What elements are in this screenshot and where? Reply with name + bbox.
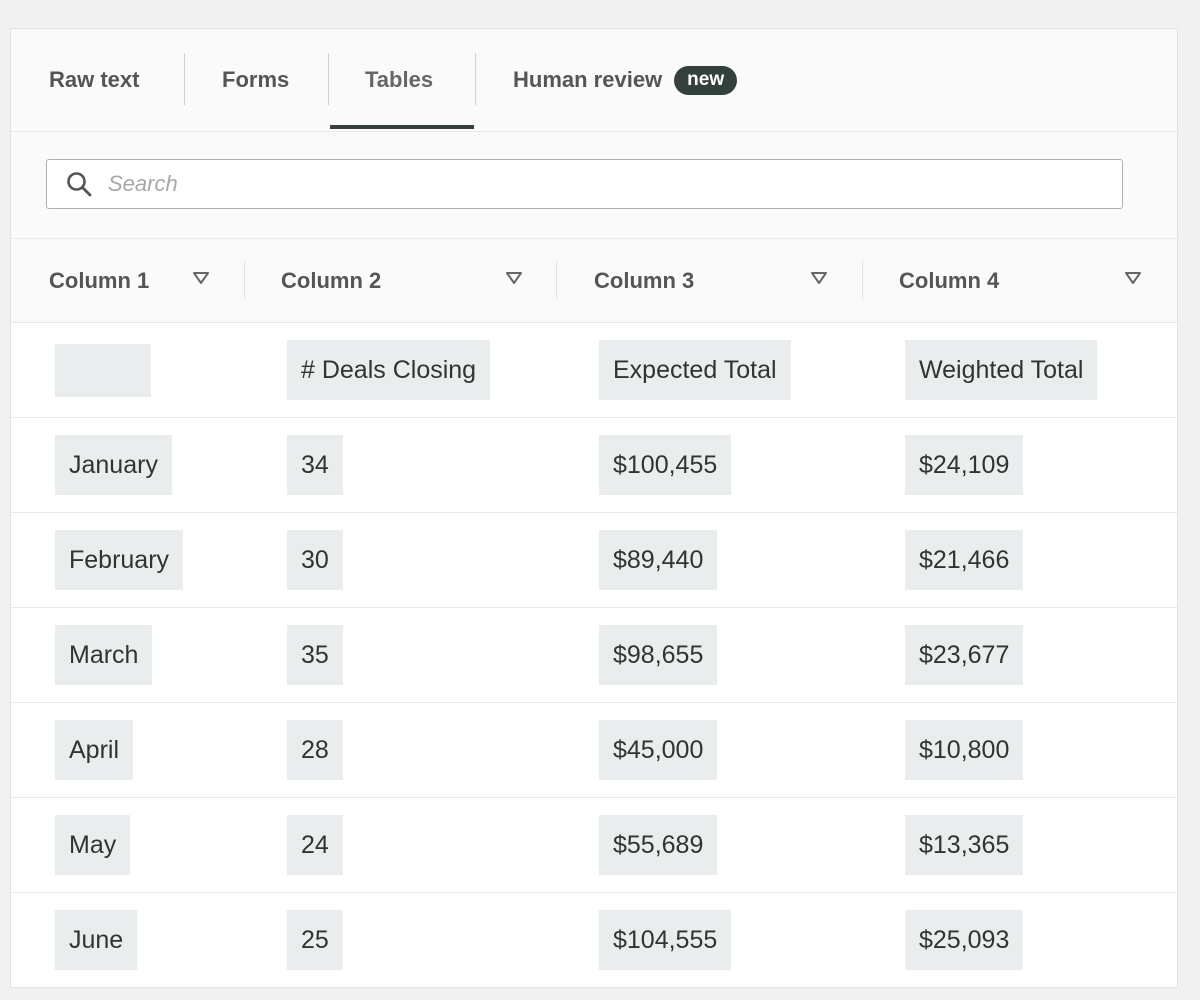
cell-chip: Expected Total: [599, 340, 791, 400]
table-cell: $98,655: [599, 625, 718, 685]
table-cell: $55,689: [599, 815, 718, 875]
table-body: # Deals Closing Expected Total Weighted …: [11, 323, 1177, 987]
table-cell: $24,109: [905, 435, 1024, 495]
cell-chip: January: [55, 435, 172, 495]
cell-chip: Weighted Total: [905, 340, 1098, 400]
tab-divider: [328, 53, 329, 105]
tables-panel: Raw text Forms Tables Human review new S…: [10, 28, 1178, 988]
cell-chip: February: [55, 530, 184, 590]
table-cell: 34: [287, 435, 343, 495]
table-cell: # Deals Closing: [287, 340, 491, 400]
cell-chip: May: [55, 815, 131, 875]
empty-cell-chip: [55, 343, 151, 397]
table-cell: $10,800: [905, 720, 1024, 780]
tab-tables-label: Tables: [365, 67, 434, 92]
cell-chip: # Deals Closing: [287, 340, 491, 400]
column-header-2-label: Column 2: [281, 267, 382, 293]
cell-chip: $23,677: [905, 625, 1024, 685]
cell-chip: April: [55, 720, 134, 780]
table-cell: $89,440: [599, 530, 718, 590]
tab-divider: [184, 53, 185, 105]
cell-chip: $24,109: [905, 435, 1024, 495]
cell-chip: $104,555: [599, 910, 732, 970]
column-header-4-label: Column 4: [899, 267, 1000, 293]
table-row: January 34 $100,455 $24,109: [11, 418, 1177, 513]
table-row: April 28 $45,000 $10,800: [11, 703, 1177, 798]
cell-chip: $89,440: [599, 530, 718, 590]
table-cell: $25,093: [905, 910, 1024, 970]
cell-chip: $10,800: [905, 720, 1024, 780]
table-cell: Weighted Total: [905, 340, 1098, 400]
table-cell: March: [55, 625, 153, 685]
tab-raw-text-label: Raw text: [49, 67, 140, 92]
table-cell: $21,466: [905, 530, 1024, 590]
tab-forms[interactable]: Forms: [222, 29, 289, 131]
search-box[interactable]: [46, 159, 1123, 209]
table-cell: Expected Total: [599, 340, 791, 400]
column-header-1-label: Column 1: [49, 267, 150, 293]
table-row: # Deals Closing Expected Total Weighted …: [11, 323, 1177, 418]
column-divider: [244, 261, 245, 299]
table-cell: [55, 340, 151, 400]
table-cell: $45,000: [599, 720, 718, 780]
cell-chip: March: [55, 625, 153, 685]
cell-chip: June: [55, 910, 138, 970]
table-header: Column 1 Column 2 Column 3 Column 4: [11, 239, 1177, 323]
active-tab-indicator: [330, 125, 474, 129]
cell-chip: $45,000: [599, 720, 718, 780]
search-input[interactable]: [106, 170, 1010, 198]
table-cell: $13,365: [905, 815, 1024, 875]
sort-caret-icon[interactable]: [1124, 269, 1142, 287]
cell-chip: $21,466: [905, 530, 1024, 590]
table-cell: 35: [287, 625, 343, 685]
table-cell: 30: [287, 530, 343, 590]
cell-chip: 34: [287, 435, 343, 495]
table-cell: 25: [287, 910, 343, 970]
cell-chip: $25,093: [905, 910, 1024, 970]
sort-caret-icon[interactable]: [505, 269, 523, 287]
tab-bar: Raw text Forms Tables Human review new: [11, 29, 1177, 132]
cell-chip: 24: [287, 815, 343, 875]
search-area: [11, 132, 1177, 239]
cell-chip: 25: [287, 910, 343, 970]
column-divider: [556, 261, 557, 299]
cell-chip: 28: [287, 720, 343, 780]
column-header-1[interactable]: Column 1: [49, 239, 149, 322]
table-row: June 25 $104,555 $25,093: [11, 893, 1177, 987]
cell-chip: $55,689: [599, 815, 718, 875]
sort-caret-icon[interactable]: [810, 269, 828, 287]
table-cell: February: [55, 530, 184, 590]
table-cell: 28: [287, 720, 343, 780]
table-cell: $104,555: [599, 910, 732, 970]
table-cell: May: [55, 815, 131, 875]
cell-chip: $13,365: [905, 815, 1024, 875]
tab-raw-text[interactable]: Raw text: [49, 29, 139, 131]
column-header-3[interactable]: Column 3: [594, 239, 694, 322]
column-divider: [862, 261, 863, 299]
table-cell: June: [55, 910, 138, 970]
table-cell: January: [55, 435, 172, 495]
column-header-2[interactable]: Column 2: [281, 239, 381, 322]
tab-human-review[interactable]: Human review new: [513, 29, 738, 131]
table-row: February 30 $89,440 $21,466: [11, 513, 1177, 608]
cell-chip: $100,455: [599, 435, 732, 495]
tab-human-review-label: Human review: [513, 67, 663, 92]
cell-chip: $98,655: [599, 625, 718, 685]
table-row: March 35 $98,655 $23,677: [11, 608, 1177, 703]
table-cell: $23,677: [905, 625, 1024, 685]
column-header-4[interactable]: Column 4: [899, 239, 999, 322]
search-icon: [64, 169, 94, 199]
table-cell: $100,455: [599, 435, 732, 495]
cell-chip: 30: [287, 530, 343, 590]
new-badge: new: [674, 65, 738, 95]
table-cell: 24: [287, 815, 343, 875]
tab-divider: [475, 53, 476, 105]
table-row: May 24 $55,689 $13,365: [11, 798, 1177, 893]
sort-caret-icon[interactable]: [192, 269, 210, 287]
column-header-3-label: Column 3: [594, 267, 695, 293]
table-cell: April: [55, 720, 134, 780]
tab-forms-label: Forms: [222, 67, 290, 92]
tab-tables[interactable]: Tables: [365, 29, 433, 131]
cell-chip: 35: [287, 625, 343, 685]
